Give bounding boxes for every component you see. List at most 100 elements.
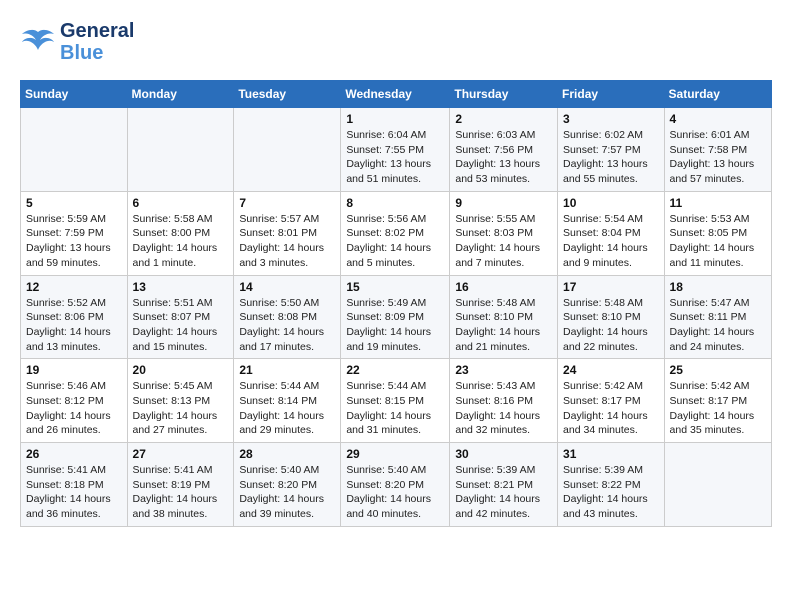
calendar-day-23: 23 Sunrise: 5:43 AM Sunset: 8:16 PM Dayli… [450,359,558,443]
calendar-day-18: 18 Sunrise: 5:47 AM Sunset: 8:11 PM Dayli… [664,275,771,359]
calendar-day-28: 28 Sunrise: 5:40 AM Sunset: 8:20 PM Dayli… [234,443,341,527]
calendar-week-row: 5 Sunrise: 5:59 AM Sunset: 7:59 PM Daylig… [21,191,772,275]
calendar-day-8: 8 Sunrise: 5:56 AM Sunset: 8:02 PM Daylig… [341,191,450,275]
day-info: Sunrise: 5:59 AM Sunset: 7:59 PM Dayligh… [26,212,122,271]
day-info: Sunrise: 5:40 AM Sunset: 8:20 PM Dayligh… [346,463,444,522]
day-number: 25 [670,363,766,377]
day-number: 10 [563,196,659,210]
column-header-saturday: Saturday [664,81,771,108]
day-info: Sunrise: 5:48 AM Sunset: 8:10 PM Dayligh… [455,296,552,355]
day-info: Sunrise: 5:51 AM Sunset: 8:07 PM Dayligh… [133,296,229,355]
calendar-day-27: 27Sunrise: 5:41 AM Sunset: 8:19 PM Dayli… [127,443,234,527]
day-info: Sunrise: 6:03 AM Sunset: 7:56 PM Dayligh… [455,128,552,187]
column-header-tuesday: Tuesday [234,81,341,108]
calendar-day-17: 17 Sunrise: 5:48 AM Sunset: 8:10 PM Dayli… [558,275,665,359]
calendar-day-2: 2 Sunrise: 6:03 AM Sunset: 7:56 PM Daylig… [450,108,558,192]
column-header-sunday: Sunday [21,81,128,108]
day-info: Sunrise: 5:50 AM Sunset: 8:08 PM Dayligh… [239,296,335,355]
day-number: 20 [133,363,229,377]
day-info: Sunrise: 6:01 AM Sunset: 7:58 PM Dayligh… [670,128,766,187]
day-number: 19 [26,363,122,377]
calendar-week-row: 12 Sunrise: 5:52 AM Sunset: 8:06 PM Dayli… [21,275,772,359]
calendar-day-10: 10 Sunrise: 5:54 AM Sunset: 8:04 PM Dayli… [558,191,665,275]
day-info: Sunrise: 5:55 AM Sunset: 8:03 PM Dayligh… [455,212,552,271]
column-header-friday: Friday [558,81,665,108]
day-number: 29 [346,447,444,461]
calendar-day-7: 7 Sunrise: 5:57 AM Sunset: 8:01 PM Daylig… [234,191,341,275]
calendar-day-13: 13Sunrise: 5:51 AM Sunset: 8:07 PM Dayli… [127,275,234,359]
calendar-day-4: 4Sunrise: 6:01 AM Sunset: 7:58 PM Daylig… [664,108,771,192]
day-number: 11 [670,196,766,210]
day-info: Sunrise: 6:04 AM Sunset: 7:55 PM Dayligh… [346,128,444,187]
day-info: Sunrise: 6:02 AM Sunset: 7:57 PM Dayligh… [563,128,659,187]
calendar-day-29: 29 Sunrise: 5:40 AM Sunset: 8:20 PM Dayli… [341,443,450,527]
day-number: 28 [239,447,335,461]
day-info: Sunrise: 5:44 AM Sunset: 8:14 PM Dayligh… [239,379,335,438]
day-number: 30 [455,447,552,461]
day-info: Sunrise: 5:44 AM Sunset: 8:15 PM Dayligh… [346,379,444,438]
day-number: 17 [563,280,659,294]
calendar-table: SundayMondayTuesdayWednesdayThursdayFrid… [20,80,772,527]
calendar-day-19: 19 Sunrise: 5:46 AM Sunset: 8:12 PM Dayli… [21,359,128,443]
day-number: 31 [563,447,659,461]
day-info: Sunrise: 5:42 AM Sunset: 8:17 PM Dayligh… [563,379,659,438]
day-info: Sunrise: 5:45 AM Sunset: 8:13 PM Dayligh… [133,379,229,438]
page-header: General Blue [20,20,772,64]
column-header-monday: Monday [127,81,234,108]
day-info: Sunrise: 5:46 AM Sunset: 8:12 PM Dayligh… [26,379,122,438]
calendar-day-21: 21 Sunrise: 5:44 AM Sunset: 8:14 PM Dayli… [234,359,341,443]
day-info: Sunrise: 5:43 AM Sunset: 8:16 PM Dayligh… [455,379,552,438]
day-info: Sunrise: 5:53 AM Sunset: 8:05 PM Dayligh… [670,212,766,271]
calendar-day-26: 26Sunrise: 5:41 AM Sunset: 8:18 PM Dayli… [21,443,128,527]
calendar-day-1: 1 Sunrise: 6:04 AM Sunset: 7:55 PM Daylig… [341,108,450,192]
logo-general: General [60,20,134,42]
column-header-thursday: Thursday [450,81,558,108]
day-number: 14 [239,280,335,294]
day-number: 24 [563,363,659,377]
day-number: 21 [239,363,335,377]
day-info: Sunrise: 5:47 AM Sunset: 8:11 PM Dayligh… [670,296,766,355]
calendar-day-24: 24 Sunrise: 5:42 AM Sunset: 8:17 PM Dayli… [558,359,665,443]
day-info: Sunrise: 5:52 AM Sunset: 8:06 PM Dayligh… [26,296,122,355]
day-number: 23 [455,363,552,377]
logo-icon [20,24,56,60]
day-number: 3 [563,112,659,126]
calendar-day-31: 31 Sunrise: 5:39 AM Sunset: 8:22 PM Dayli… [558,443,665,527]
day-info: Sunrise: 5:40 AM Sunset: 8:20 PM Dayligh… [239,463,335,522]
day-number: 9 [455,196,552,210]
column-header-wednesday: Wednesday [341,81,450,108]
day-number: 8 [346,196,444,210]
day-info: Sunrise: 5:54 AM Sunset: 8:04 PM Dayligh… [563,212,659,271]
day-info: Sunrise: 5:48 AM Sunset: 8:10 PM Dayligh… [563,296,659,355]
day-number: 6 [133,196,229,210]
day-number: 5 [26,196,122,210]
calendar-day-5: 5 Sunrise: 5:59 AM Sunset: 7:59 PM Daylig… [21,191,128,275]
calendar-header-row: SundayMondayTuesdayWednesdayThursdayFrid… [21,81,772,108]
calendar-week-row: 1 Sunrise: 6:04 AM Sunset: 7:55 PM Daylig… [21,108,772,192]
day-number: 1 [346,112,444,126]
calendar-day-11: 11 Sunrise: 5:53 AM Sunset: 8:05 PM Dayli… [664,191,771,275]
calendar-day-6: 6 Sunrise: 5:58 AM Sunset: 8:00 PM Daylig… [127,191,234,275]
day-info: Sunrise: 5:58 AM Sunset: 8:00 PM Dayligh… [133,212,229,271]
day-number: 27 [133,447,229,461]
day-number: 12 [26,280,122,294]
day-info: Sunrise: 5:57 AM Sunset: 8:01 PM Dayligh… [239,212,335,271]
day-info: Sunrise: 5:56 AM Sunset: 8:02 PM Dayligh… [346,212,444,271]
calendar-day-16: 16Sunrise: 5:48 AM Sunset: 8:10 PM Dayli… [450,275,558,359]
calendar-week-row: 26Sunrise: 5:41 AM Sunset: 8:18 PM Dayli… [21,443,772,527]
logo-blue: Blue [60,42,103,64]
day-info: Sunrise: 5:39 AM Sunset: 8:22 PM Dayligh… [563,463,659,522]
calendar-day-30: 30 Sunrise: 5:39 AM Sunset: 8:21 PM Dayli… [450,443,558,527]
day-number: 26 [26,447,122,461]
day-number: 15 [346,280,444,294]
calendar-day-25: 25Sunrise: 5:42 AM Sunset: 8:17 PM Dayli… [664,359,771,443]
calendar-empty-cell [664,443,771,527]
calendar-day-15: 15 Sunrise: 5:49 AM Sunset: 8:09 PM Dayli… [341,275,450,359]
calendar-day-22: 22Sunrise: 5:44 AM Sunset: 8:15 PM Dayli… [341,359,450,443]
day-info: Sunrise: 5:49 AM Sunset: 8:09 PM Dayligh… [346,296,444,355]
day-info: Sunrise: 5:39 AM Sunset: 8:21 PM Dayligh… [455,463,552,522]
logo-text-area: General Blue [60,20,134,64]
day-number: 2 [455,112,552,126]
day-number: 18 [670,280,766,294]
day-number: 7 [239,196,335,210]
